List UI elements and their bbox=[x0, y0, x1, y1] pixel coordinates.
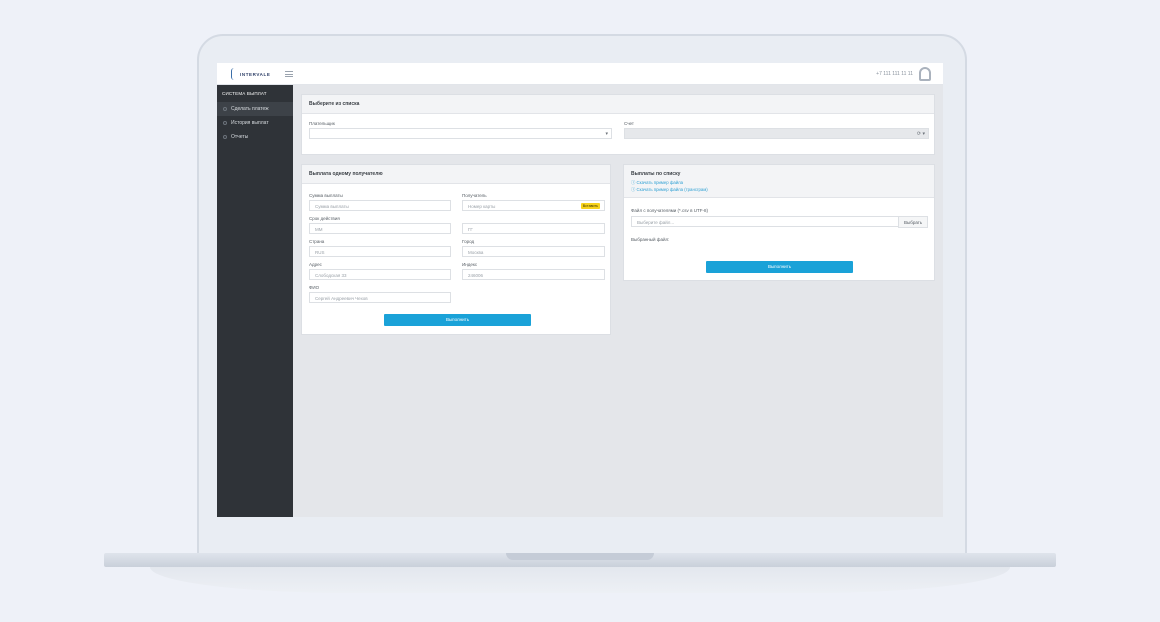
laptop-base-bottom bbox=[150, 567, 1010, 593]
paste-button[interactable]: Вставить bbox=[580, 203, 600, 209]
logo[interactable]: INTERVALE bbox=[231, 68, 271, 80]
sidebar-item-make-payment[interactable]: Сделать платеж bbox=[217, 102, 293, 116]
laptop-notch bbox=[506, 553, 654, 560]
file-label: Файл с получателями (*.csv в UTF-8) bbox=[631, 208, 708, 213]
reports-icon bbox=[223, 135, 227, 139]
city-input[interactable]: Москва bbox=[462, 246, 605, 257]
sidebar-title: СИСТЕМА ВЫПЛАТ bbox=[222, 91, 267, 96]
payer-label: Плательщик bbox=[309, 121, 335, 126]
select-panel: Выберите из списка Плательщик ▾ Счет ⟳ ▾ bbox=[301, 94, 935, 155]
zip-label: Индекс bbox=[462, 262, 478, 267]
city-label: Город bbox=[462, 239, 475, 244]
list-payout-panel: Выплаты по списку ⓘ Скачать пример файла… bbox=[623, 164, 935, 281]
phone-number: +7 111 111 11 11 bbox=[876, 71, 913, 77]
country-label: Страна bbox=[309, 239, 325, 244]
sidebar-item-history[interactable]: История выплат bbox=[217, 116, 293, 130]
single-payout-title: Выплата одному получателю bbox=[302, 165, 610, 184]
fio-input[interactable]: Сергей Андреевич Чехов bbox=[309, 292, 451, 303]
logo-mark-icon bbox=[231, 68, 237, 80]
address-label: Адрес bbox=[309, 262, 322, 267]
amount-input[interactable]: Сумма выплаты bbox=[309, 200, 451, 211]
select-panel-title: Выберите из списка bbox=[302, 95, 934, 114]
download-sample-transgram-link[interactable]: ⓘ Скачать пример файла (трансграм) bbox=[631, 187, 708, 193]
sidebar-item-label: История выплат bbox=[231, 120, 269, 126]
month-input[interactable]: ММ bbox=[309, 223, 451, 234]
recipient-label: Получатель bbox=[462, 193, 487, 198]
account-label: Счет bbox=[624, 121, 634, 126]
zip-input[interactable]: 246006 bbox=[462, 269, 605, 280]
app-screen: INTERVALE +7 111 111 11 11 СИСТЕМА ВЫПЛА… bbox=[217, 63, 943, 517]
download-sample-transgram-label: Скачать пример файла (трансграм) bbox=[636, 187, 708, 192]
sidebar: СИСТЕМА ВЫПЛАТ Сделать платеж История вы… bbox=[217, 85, 293, 517]
sidebar-item-reports[interactable]: Отчеты bbox=[217, 130, 293, 144]
payment-icon bbox=[223, 107, 227, 111]
list-payout-title: Выплаты по списку bbox=[631, 171, 681, 177]
single-payout-panel: Выплата одному получателю Сумма выплаты … bbox=[301, 164, 611, 335]
year-input[interactable]: ГГ bbox=[462, 223, 605, 234]
user-icon[interactable] bbox=[919, 67, 931, 81]
history-icon bbox=[223, 121, 227, 125]
payer-select[interactable]: ▾ bbox=[309, 128, 612, 139]
card-number-input[interactable]: Номер карты Вставить bbox=[462, 200, 605, 211]
main-content: Выберите из списка Плательщик ▾ Счет ⟳ ▾… bbox=[293, 85, 943, 517]
address-input[interactable]: Слободская 33 bbox=[309, 269, 451, 280]
country-input[interactable]: RUS bbox=[309, 246, 451, 257]
sidebar-item-label: Сделать платеж bbox=[231, 106, 269, 112]
top-bar: INTERVALE +7 111 111 11 11 bbox=[217, 63, 943, 85]
fio-label: ФИО bbox=[309, 285, 320, 290]
validity-label: Срок действия bbox=[309, 216, 340, 221]
amount-label: Сумма выплаты bbox=[309, 193, 343, 198]
selected-file-label: Выбранный файл: bbox=[631, 237, 670, 242]
chevron-down-icon: ▾ bbox=[605, 131, 608, 137]
download-sample-link[interactable]: ⓘ Скачать пример файла bbox=[631, 180, 683, 186]
submit-single-button[interactable]: Выполнить bbox=[384, 314, 531, 326]
account-select[interactable]: ⟳ ▾ bbox=[624, 128, 929, 139]
menu-icon[interactable] bbox=[285, 71, 293, 77]
logo-text: INTERVALE bbox=[240, 71, 271, 77]
sidebar-item-label: Отчеты bbox=[231, 134, 249, 140]
download-sample-label: Скачать пример файла bbox=[636, 180, 684, 185]
submit-list-button[interactable]: Выполнить bbox=[706, 261, 853, 273]
file-input[interactable]: Выберите файл... bbox=[631, 216, 899, 227]
card-number-placeholder: Номер карты bbox=[468, 204, 496, 209]
pick-file-button[interactable]: Выбрать bbox=[898, 216, 928, 228]
chevron-down-icon: ⟳ ▾ bbox=[916, 131, 925, 137]
